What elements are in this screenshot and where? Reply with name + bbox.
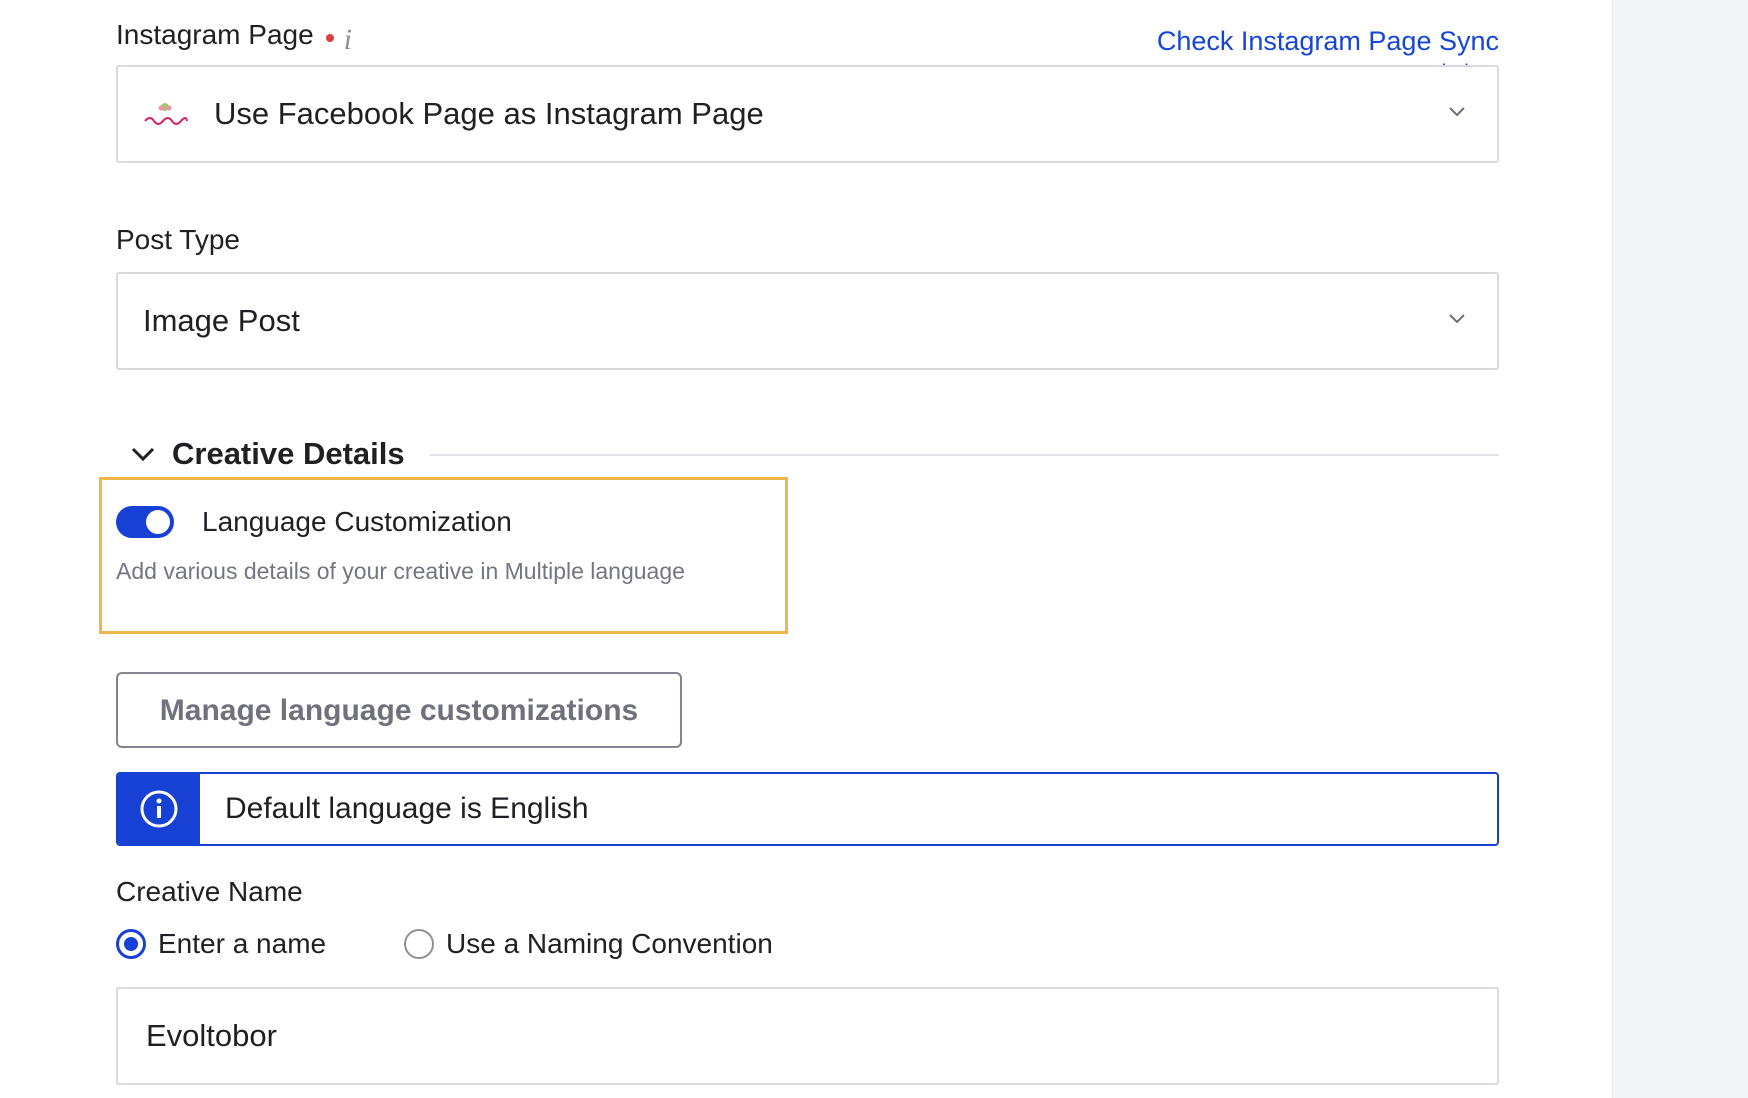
language-customization-label: Language Customization <box>202 506 512 537</box>
post-type-selected-value: Image Post <box>143 303 300 338</box>
chevron-down-icon[interactable] <box>1447 308 1467 328</box>
default-language-text: Default language is English <box>225 792 589 825</box>
radio-enter-a-name[interactable] <box>116 929 146 959</box>
collapse-chevron-icon[interactable] <box>130 444 156 464</box>
default-language-banner: Default language is English <box>116 772 1499 846</box>
post-type-select[interactable]: Image Post <box>116 272 1499 370</box>
manage-language-customizations-button[interactable]: Manage language customizations <box>116 672 682 748</box>
info-circle-icon <box>140 790 178 828</box>
instagram-page-label-row: Instagram Page i <box>116 17 352 58</box>
instagram-page-label: Instagram Page <box>116 19 314 50</box>
radio-use-naming-convention[interactable] <box>404 929 434 959</box>
creative-details-title[interactable]: Creative Details <box>172 435 405 473</box>
radio-enter-a-name-label[interactable]: Enter a name <box>158 926 326 962</box>
required-indicator <box>325 33 334 42</box>
right-side-panel <box>1612 0 1748 1098</box>
chevron-down-icon[interactable] <box>1447 101 1467 121</box>
page-logo-icon <box>142 99 188 129</box>
toggle-knob <box>146 510 170 534</box>
creative-name-input[interactable] <box>116 987 1499 1085</box>
language-customization-helper: Add various details of your creative in … <box>116 558 685 584</box>
banner-icon-area <box>118 774 200 844</box>
instagram-page-selected-value: Use Facebook Page as Instagram Page <box>214 96 764 131</box>
creative-name-label: Creative Name <box>116 876 303 907</box>
info-icon[interactable]: i <box>344 23 352 56</box>
section-divider <box>430 454 1499 456</box>
radio-use-naming-convention-label[interactable]: Use a Naming Convention <box>446 926 773 962</box>
language-customization-toggle[interactable] <box>116 506 174 538</box>
instagram-page-select[interactable]: Use Facebook Page as Instagram Page <box>116 65 1499 163</box>
post-type-label: Post Type <box>116 224 241 255</box>
